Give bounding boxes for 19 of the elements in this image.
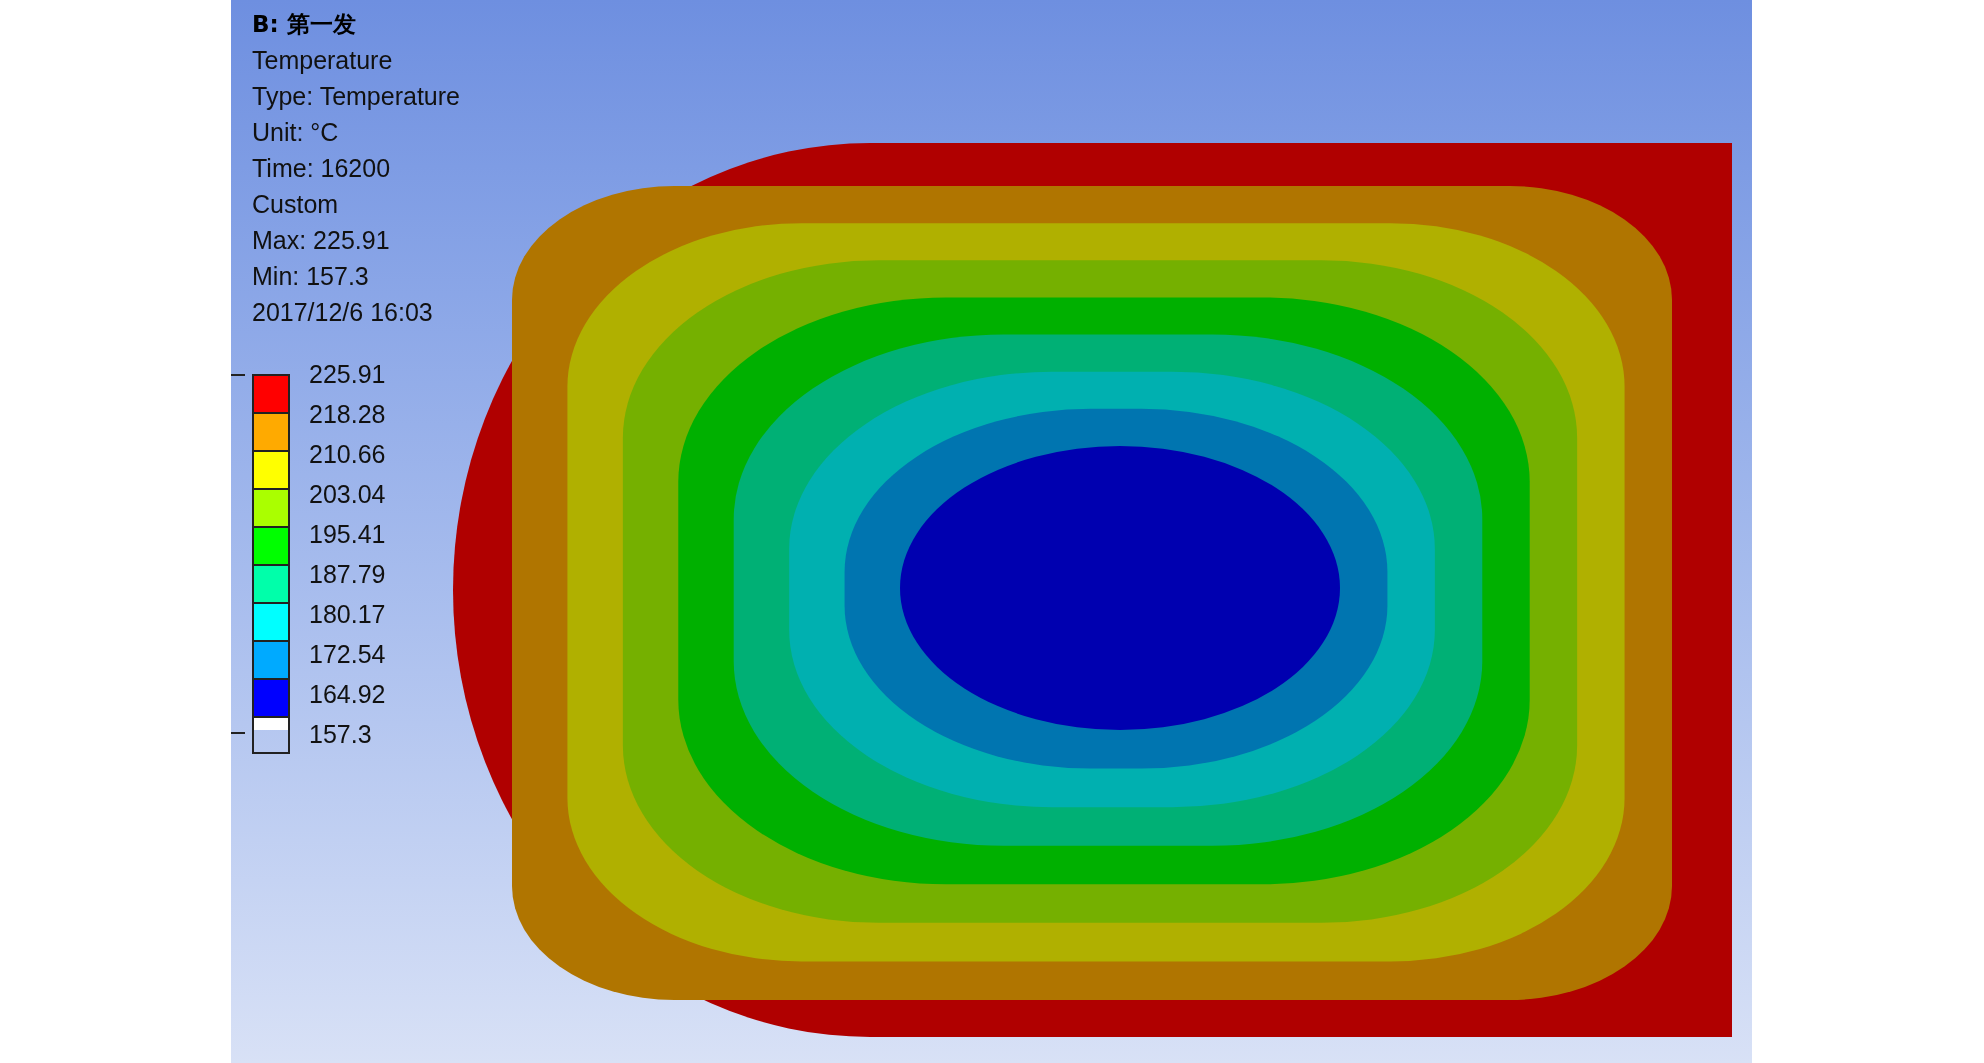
result-info-text: Unit: °C — [252, 117, 340, 148]
result-info-text: 2017/12/6 16:03 — [252, 297, 434, 328]
result-info-text: Max: 225.91 — [252, 225, 391, 256]
result-info-text: Min: 157.3 — [252, 261, 370, 292]
legend-value-label: 180.17 — [309, 599, 386, 630]
legend-value-label: 157.3 — [309, 719, 373, 750]
result-info-text: Type: Temperature — [252, 81, 461, 112]
legend-value-label: 187.79 — [309, 559, 386, 590]
result-info-text: Time: 16200 — [252, 153, 392, 184]
legend-value-label: 225.91 — [309, 359, 386, 390]
legend-value-label: 203.04 — [309, 479, 386, 510]
legend-value-label: 210.66 — [309, 439, 386, 470]
legend-value-label: 164.92 — [309, 679, 386, 710]
result-title: B: 第一发 — [252, 10, 357, 39]
legend-value-label: 218.28 — [309, 399, 386, 430]
result-info-text: Temperature — [252, 45, 394, 76]
result-info-text: Custom — [252, 189, 340, 220]
legend-value-label: 172.54 — [309, 639, 386, 670]
legend-value-label: 195.41 — [309, 519, 386, 550]
